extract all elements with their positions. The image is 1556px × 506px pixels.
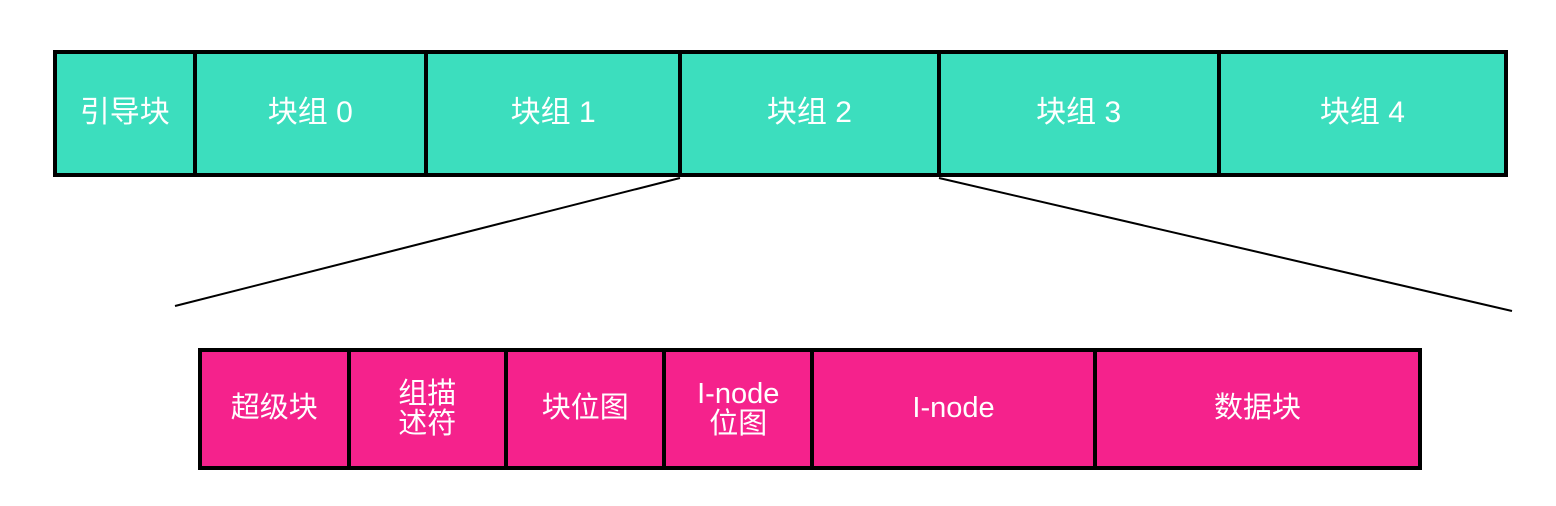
block-group-detail-bar: 超级块 组描 述符 块位图 I-node 位图 I-node 数据块	[198, 348, 1422, 470]
disk-cell-block-group-4[interactable]: 块组 4	[1220, 54, 1504, 173]
disk-cell-block-group-2[interactable]: 块组 2	[682, 54, 937, 173]
disk-cell-block-group-0[interactable]: 块组 0	[196, 54, 424, 173]
diagram-canvas: 引导块 块组 0 块组 1 块组 2 块组 3 块组 4 超级块 组描 述符 块…	[0, 0, 1556, 506]
disk-cell-boot-block[interactable]: 引导块	[57, 54, 193, 173]
group-cell-block-bitmap[interactable]: 块位图	[508, 352, 663, 466]
connector-line-left	[174, 177, 681, 307]
disk-layout-bar: 引导块 块组 0 块组 1 块组 2 块组 3 块组 4	[53, 50, 1508, 177]
group-cell-superblock[interactable]: 超级块	[202, 352, 347, 466]
disk-cell-block-group-1[interactable]: 块组 1	[427, 54, 679, 173]
disk-cell-block-group-3[interactable]: 块组 3	[940, 54, 1217, 173]
group-cell-data-blocks[interactable]: 数据块	[1097, 352, 1418, 466]
connector-line-right	[938, 177, 1513, 312]
group-cell-inode-table[interactable]: I-node	[814, 352, 1094, 466]
group-cell-inode-bitmap[interactable]: I-node 位图	[666, 352, 810, 466]
group-cell-group-descriptor[interactable]: 组描 述符	[350, 352, 504, 466]
